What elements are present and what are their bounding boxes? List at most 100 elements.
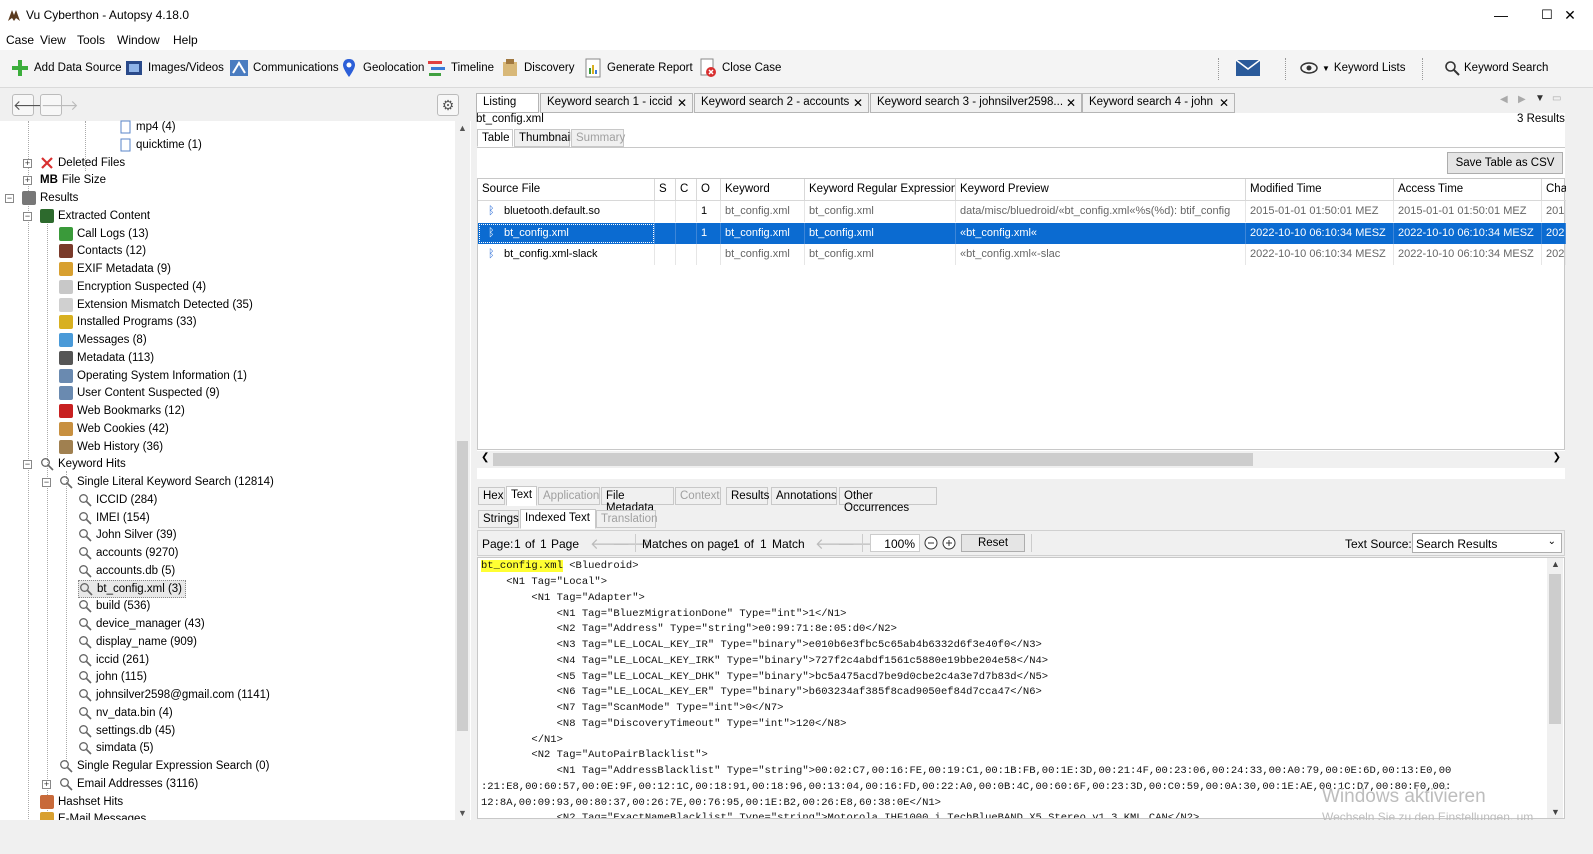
tree-item[interactable]: Extension Mismatch Detected (35) xyxy=(59,296,253,314)
tree-item[interactable]: John Silver (39) xyxy=(78,526,177,544)
tab-thumbnail[interactable]: Thumbnail xyxy=(514,129,573,147)
tree-item[interactable]: accounts (9270) xyxy=(78,544,178,562)
expand-icon[interactable]: + xyxy=(23,176,32,186)
tree-item[interactable]: IMEI (154) xyxy=(78,509,150,527)
close-window-button[interactable]: ✕ xyxy=(1547,0,1593,30)
tab-table[interactable]: Table xyxy=(477,129,513,147)
text-viewer-scrollbar[interactable]: ▲ ▼ xyxy=(1547,558,1563,818)
tab-scroll-left-icon[interactable]: ◀ xyxy=(1500,94,1508,105)
generate-report-button[interactable]: Generate Report xyxy=(583,56,693,80)
collapse-icon[interactable]: − xyxy=(23,211,32,221)
collapse-icon[interactable]: − xyxy=(42,478,51,487)
tree-item[interactable]: Operating System Information (1) xyxy=(59,367,247,385)
tree-item[interactable]: quicktime (1) xyxy=(118,136,202,154)
tab-text[interactable]: Text xyxy=(506,486,537,506)
tree-item[interactable]: johnsilver2598@gmail.com (1141) xyxy=(78,686,270,704)
column-header-keyword-preview[interactable]: Keyword Preview xyxy=(956,179,1246,201)
tree-scrollbar[interactable]: ▲ ▼ xyxy=(455,121,470,820)
gear-icon[interactable]: ⚙ xyxy=(437,94,459,116)
tab-summary[interactable]: Summary xyxy=(571,129,625,147)
maximize-panel-icon[interactable]: ▭ xyxy=(1552,93,1561,104)
scroll-right-icon[interactable]: ❯ xyxy=(1553,452,1561,463)
menu-help[interactable]: Help xyxy=(173,33,198,47)
tab-other-occurrences[interactable]: Other Occurrences xyxy=(839,487,937,514)
images-videos-button[interactable]: Images/Videos xyxy=(124,56,224,80)
tree-item[interactable]: mp4 (4) xyxy=(118,118,176,136)
tree-item[interactable]: iccid (261) xyxy=(78,651,149,669)
tree-item[interactable]: ICCID (284) xyxy=(78,491,157,509)
column-header-change-time[interactable]: Cha xyxy=(1542,179,1566,201)
tree-item[interactable]: john (115) xyxy=(78,668,147,686)
column-header-keyword-regex[interactable]: Keyword Regular Expression xyxy=(805,179,956,201)
tree-scrollbar-thumb[interactable] xyxy=(457,441,468,731)
geolocation-button[interactable]: Geolocation xyxy=(339,56,424,80)
tree-item[interactable]: Contacts (12) xyxy=(59,242,146,260)
tree-item[interactable]: bt_config.xml (3) xyxy=(78,579,187,598)
expand-icon[interactable]: + xyxy=(42,779,51,789)
reset-button[interactable]: Reset xyxy=(961,534,1025,552)
tree-item[interactable]: nv_data.bin (4) xyxy=(78,704,173,722)
menu-view[interactable]: View xyxy=(40,33,66,47)
email-button[interactable] xyxy=(1235,56,1261,80)
tree-item[interactable]: Single Literal Keyword Search (12814) xyxy=(59,473,274,491)
table-horizontal-scrollbar[interactable]: ❮ ❯ xyxy=(477,451,1565,468)
add-data-source-button[interactable]: Add Data Source xyxy=(10,56,122,80)
zoom-out-icon[interactable] xyxy=(923,535,939,551)
tab-annotations[interactable]: Annotations xyxy=(771,487,837,505)
column-header-s[interactable]: S xyxy=(655,179,676,201)
tree-item[interactable]: Web History (36) xyxy=(59,438,163,456)
close-tab-icon[interactable]: ✕ xyxy=(1219,96,1229,110)
minimize-button-glyph[interactable] xyxy=(1478,0,1524,30)
column-header-o[interactable]: O xyxy=(697,179,721,201)
tree-item[interactable]: Web Cookies (42) xyxy=(59,420,169,438)
tree-item[interactable]: Email Addresses (3116) xyxy=(59,775,198,793)
tree-item[interactable]: Hashset Hits xyxy=(40,793,123,811)
tab-scroll-right-icon[interactable]: ▶ xyxy=(1518,94,1526,105)
tree-item[interactable]: Keyword Hits xyxy=(40,455,126,473)
tab-listing[interactable]: Listing xyxy=(476,93,539,113)
close-tab-icon[interactable]: ✕ xyxy=(1066,96,1076,110)
scroll-left-icon[interactable]: ❮ xyxy=(481,452,489,463)
tree-item[interactable]: Extracted Content xyxy=(40,207,150,225)
close-case-button[interactable]: Close Case xyxy=(698,56,781,80)
column-header-source-file[interactable]: Source File xyxy=(478,179,655,201)
tree-item[interactable]: MB File Size xyxy=(40,171,106,189)
text-source-select[interactable]: Search Results ⌄ xyxy=(1412,533,1562,553)
column-header-keyword[interactable]: Keyword xyxy=(721,179,805,201)
tree-item[interactable]: settings.db (45) xyxy=(78,722,175,740)
tree-item[interactable]: Results xyxy=(22,189,78,207)
indexed-text-viewer[interactable]: bt_config.xml <Bluedroid> <N1 Tag="Local… xyxy=(477,557,1565,819)
keyword-lists-button[interactable]: ▼ Keyword Lists xyxy=(1300,56,1406,80)
tab-list-dropdown-icon[interactable]: ▼ xyxy=(1535,93,1545,104)
tree-item[interactable]: Installed Programs (33) xyxy=(59,313,197,331)
zoom-field[interactable]: 100% xyxy=(870,534,920,552)
tree-item[interactable]: display_name (909) xyxy=(78,633,197,651)
tree-item[interactable]: EXIF Metadata (9) xyxy=(59,260,171,278)
column-header-modified-time[interactable]: Modified Time xyxy=(1246,179,1394,201)
tab-indexed-text[interactable]: Indexed Text xyxy=(520,509,596,529)
collapse-icon[interactable]: − xyxy=(5,194,14,203)
tab-keyword-search-2[interactable]: Keyword search 2 - accounts ✕ xyxy=(694,93,869,113)
close-tab-icon[interactable]: ✕ xyxy=(853,96,863,110)
tab-keyword-search-3[interactable]: Keyword search 3 - johnsilver2598... ✕ xyxy=(870,93,1082,113)
discovery-button[interactable]: Discovery xyxy=(500,56,574,80)
save-table-csv-button[interactable]: Save Table as CSV xyxy=(1447,152,1563,174)
tab-translation[interactable]: Translation xyxy=(596,510,657,528)
tree-item[interactable]: Web Bookmarks (12) xyxy=(59,402,185,420)
menu-tools[interactable]: Tools xyxy=(77,33,105,47)
tree-item[interactable]: User Content Suspected (9) xyxy=(59,384,220,402)
communications-button[interactable]: Communications xyxy=(229,56,339,80)
table-scrollbar-thumb[interactable] xyxy=(493,453,1253,466)
tab-context[interactable]: Context xyxy=(675,487,721,505)
tab-keyword-search-1[interactable]: Keyword search 1 - iccid ✕ xyxy=(540,93,693,113)
tree-item[interactable]: Deleted Files xyxy=(40,154,125,172)
tab-results[interactable]: Results xyxy=(726,487,769,505)
tree-item[interactable]: Single Regular Expression Search (0) xyxy=(59,757,269,775)
close-tab-icon[interactable]: ✕ xyxy=(677,96,687,110)
tree-item[interactable]: Encryption Suspected (4) xyxy=(59,278,206,296)
tab-hex[interactable]: Hex xyxy=(478,487,505,505)
tree-item[interactable]: accounts.db (5) xyxy=(78,562,175,580)
collapse-icon[interactable]: − xyxy=(23,460,32,470)
tree-item[interactable]: device_manager (43) xyxy=(78,615,205,633)
tree-item[interactable]: Messages (8) xyxy=(59,331,147,349)
